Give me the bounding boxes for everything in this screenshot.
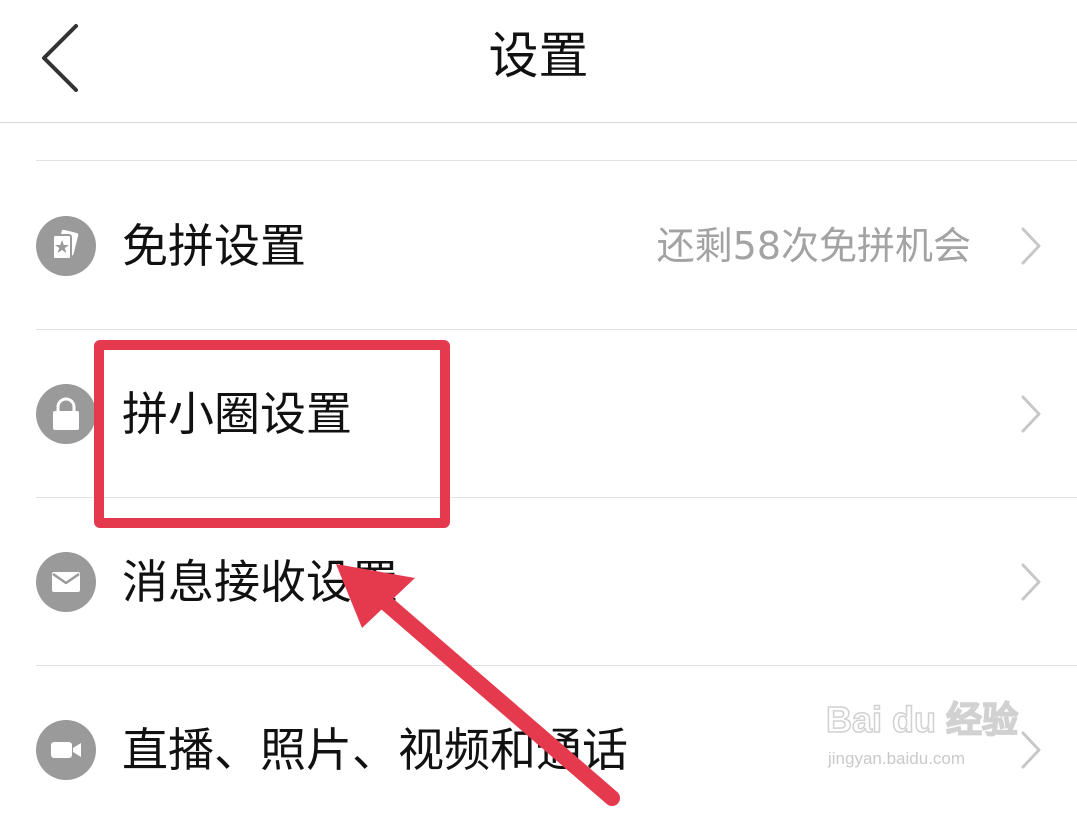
settings-row-label: 直播、照片、视频和通话	[122, 723, 628, 777]
settings-row-free-group[interactable]: 免拼设置 还剩58次免拼机会	[0, 162, 1077, 330]
page-title: 设置	[488, 27, 589, 85]
settings-row-label: 拼小圈设置	[122, 387, 352, 441]
settings-row-circle[interactable]: 拼小圈设置	[0, 330, 1077, 498]
video-camera-icon	[36, 720, 96, 780]
chevron-right-icon	[1021, 395, 1041, 433]
section-divider	[36, 160, 1077, 161]
top-bar: 设置	[0, 0, 1077, 123]
settings-row-media[interactable]: 直播、照片、视频和通话	[0, 666, 1077, 834]
free-group-remaining-value: 还剩58次免拼机会	[656, 224, 971, 268]
lock-icon	[36, 384, 96, 444]
settings-row-label: 免拼设置	[122, 219, 306, 273]
settings-row-notifications[interactable]: 消息接收设置	[0, 498, 1077, 666]
envelope-icon	[36, 552, 96, 612]
chevron-right-icon	[1021, 563, 1041, 601]
settings-row-label: 消息接收设置	[122, 555, 398, 609]
card-star-icon	[36, 216, 96, 276]
chevron-right-icon	[1021, 227, 1041, 265]
chevron-right-icon	[1021, 731, 1041, 769]
